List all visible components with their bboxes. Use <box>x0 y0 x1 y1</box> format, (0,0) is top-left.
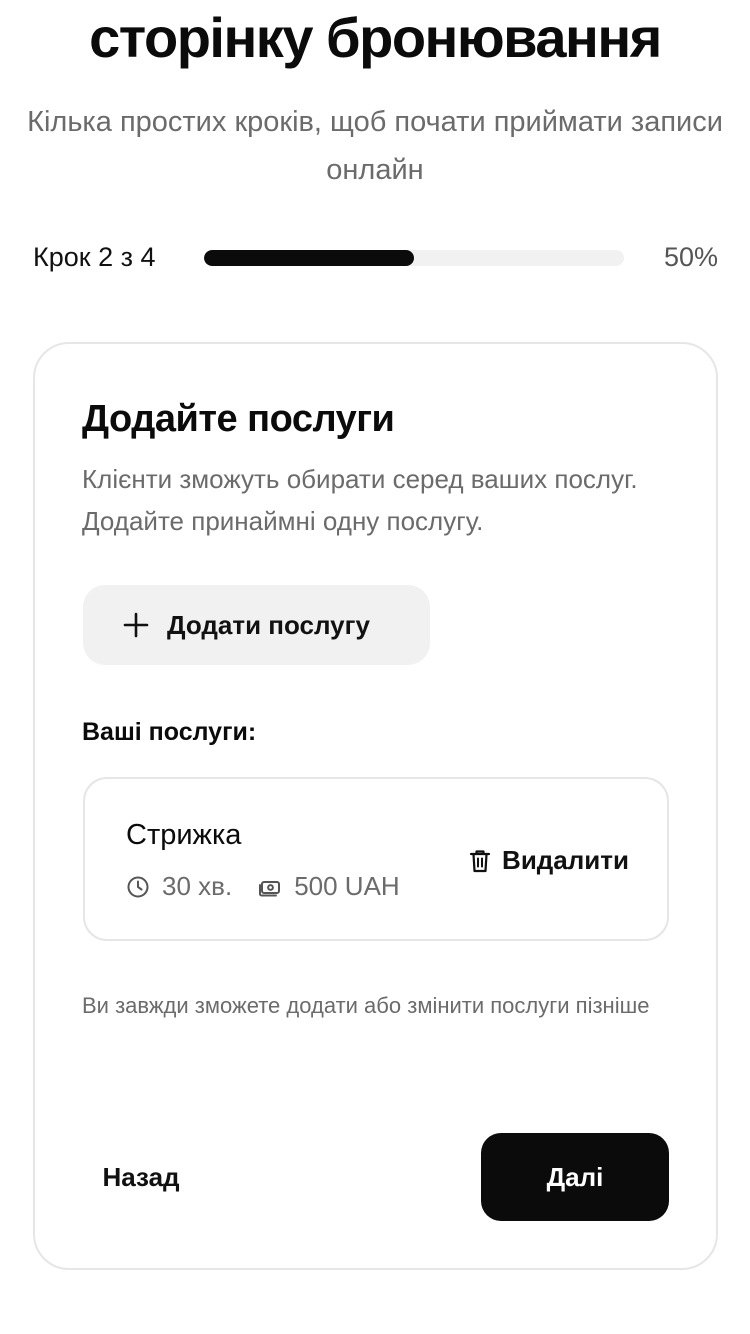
add-service-label: Додати послугу <box>167 609 370 640</box>
progress-percent: 50% <box>663 242 718 272</box>
service-item: Стрижка 30 хв. 500 UAH Видалити <box>83 777 669 941</box>
trash-icon <box>469 849 491 872</box>
card-title: Додайте послуги <box>82 398 395 440</box>
delete-service-label: Видалити <box>502 845 629 875</box>
services-step-card: Додайте послуги Клієнти зможуть обирати … <box>33 342 718 1270</box>
services-heading: Ваші послуги: <box>82 718 257 746</box>
clock-icon <box>127 876 149 897</box>
back-button[interactable]: Назад <box>83 1134 199 1220</box>
next-button[interactable]: Далі <box>481 1133 669 1221</box>
progress-bar-track <box>204 250 624 266</box>
service-name: Стрижка <box>126 819 242 851</box>
step-label: Крок 2 з 4 <box>33 242 156 272</box>
add-service-button[interactable]: Додати послугу <box>83 585 430 665</box>
service-meta: 30 хв. 500 UAH <box>126 871 400 902</box>
services-hint: Ви завжди зможете додати або змінити пос… <box>82 993 650 1018</box>
page-title: сторінку бронювання <box>89 6 662 69</box>
plus-icon <box>123 612 149 638</box>
banknote-icon <box>259 880 281 896</box>
progress-bar-fill <box>204 250 414 266</box>
card-description: Клієнти зможуть обирати серед ваших посл… <box>82 464 638 536</box>
service-price-group: 500 UAH <box>258 871 400 902</box>
service-duration: 30 хв. <box>162 871 233 901</box>
page-subtitle: Кілька простих кроків, щоб почати прийма… <box>27 106 723 186</box>
service-price: 500 UAH <box>294 871 400 901</box>
delete-service-button[interactable]: Видалити <box>468 845 629 876</box>
progress-indicator: Крок 2 з 4 50% <box>33 236 718 280</box>
booking-setup-page: сторінку бронювання Кілька простих крокі… <box>0 0 750 1334</box>
